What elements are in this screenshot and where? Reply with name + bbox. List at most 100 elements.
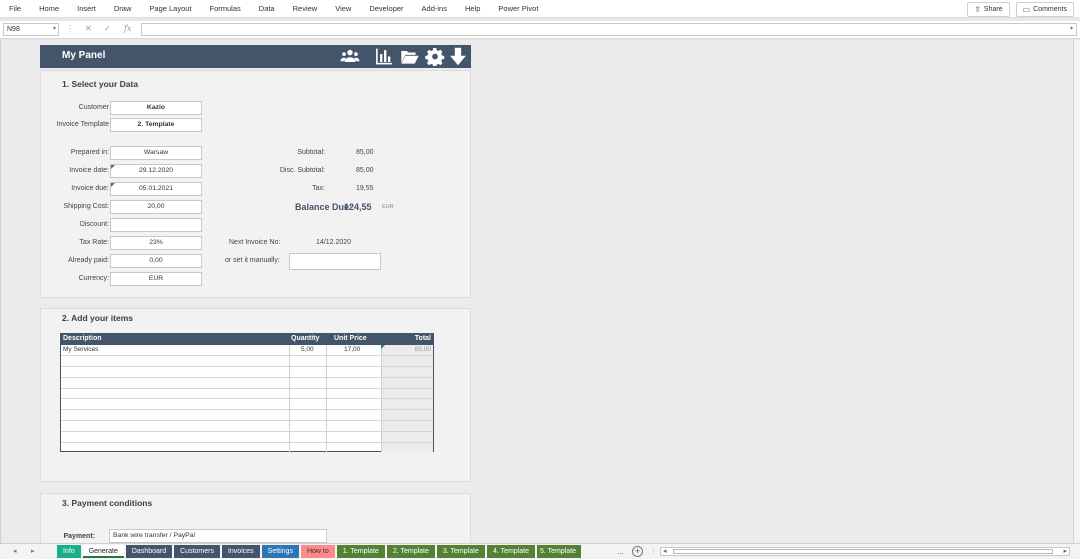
gear-icon[interactable]	[425, 47, 445, 66]
more-tabs-button[interactable]: ...	[617, 547, 624, 556]
sheet-tab[interactable]: 5. Template	[537, 545, 581, 558]
sheet-tab[interactable]: Invoices	[221, 545, 260, 558]
discount-label: Discount:	[79, 221, 109, 228]
tax-label: Tax:	[312, 185, 325, 192]
sheet-tab[interactable]: Customers	[174, 545, 220, 558]
table-row[interactable]	[61, 388, 433, 399]
sheet-tab[interactable]: How to	[300, 545, 335, 558]
invoice-due-field[interactable]: 05.01.2021	[110, 182, 202, 196]
prepared-in-field[interactable]: Warsaw	[110, 146, 202, 160]
scrollbar-thumb[interactable]	[673, 549, 1053, 554]
menu-insert[interactable]: Insert	[77, 4, 96, 13]
menu-page-layout[interactable]: Page Layout	[149, 4, 191, 13]
sheet-tab-active[interactable]: Generate	[82, 545, 124, 558]
enter-icon[interactable]: ✓	[104, 24, 111, 33]
comment-icon: ▭	[1022, 5, 1031, 14]
add-sheet-icon[interactable]: +	[632, 546, 643, 557]
name-box[interactable]: N98 ▾	[3, 23, 59, 36]
menu-view[interactable]: View	[335, 4, 351, 13]
more-options-icon: ⋮	[650, 548, 657, 555]
sheet-tab[interactable]: Settings	[261, 545, 299, 558]
comments-button[interactable]: ▭ Comments	[1015, 2, 1074, 17]
scroll-tabs-right-icon[interactable]: ▸	[31, 547, 35, 555]
formula-bar: N98 ▾ ⋮ ✕ ✓ fx ▾	[0, 21, 1080, 39]
tax-value: 19,55	[356, 185, 374, 192]
column-divider	[381, 345, 382, 452]
table-row[interactable]: My Services 5,00 17,00 85,00	[61, 345, 433, 356]
menu-power-pivot[interactable]: Power Pivot	[498, 4, 538, 13]
cancel-icon[interactable]: ✕	[85, 24, 92, 33]
invoice-template-label: Invoice Template	[56, 121, 109, 128]
item-description: My Services	[63, 346, 99, 353]
sheet-tab[interactable]: 1. Template	[336, 545, 385, 558]
scroll-right-icon[interactable]: ▸	[1063, 547, 1067, 555]
tax-rate-field[interactable]: 23%	[110, 236, 202, 250]
currency-label: Currency:	[78, 275, 109, 282]
horizontal-scrollbar[interactable]: ◂ ▸	[660, 547, 1070, 556]
already-paid-label: Already paid:	[68, 257, 109, 264]
section-title: 1. Select your Data	[62, 79, 139, 89]
shipping-cost-label: Shipping Cost:	[63, 203, 109, 210]
menu-draw[interactable]: Draw	[114, 4, 132, 13]
menu-help[interactable]: Help	[465, 4, 480, 13]
item-unit-price: 17,00	[344, 346, 361, 353]
folder-open-icon[interactable]	[400, 47, 420, 66]
share-button[interactable]: ⇪ Share	[967, 2, 1010, 17]
discount-field[interactable]	[110, 218, 202, 232]
chevron-down-icon: ▾	[1069, 26, 1073, 32]
disc-subtotal-value: 85,00	[356, 167, 374, 174]
menu-formulas[interactable]: Formulas	[210, 4, 241, 13]
customer-field[interactable]: Kazio	[110, 101, 202, 115]
manual-invoice-field[interactable]	[289, 253, 381, 270]
sheet-tab[interactable]: Info	[57, 545, 81, 558]
table-row[interactable]	[61, 421, 433, 432]
header-description: Description	[63, 335, 102, 342]
sheet-tab-bar: ◂ ▸ Info Generate Dashboard Customers In…	[0, 543, 1080, 559]
cell-note-indicator	[381, 345, 385, 349]
menu-developer[interactable]: Developer	[369, 4, 403, 13]
panel-title: My Panel	[62, 50, 106, 61]
invoice-template-field[interactable]: 2. Template	[110, 118, 202, 132]
menu-data[interactable]: Data	[259, 4, 275, 13]
balance-due-value: 124,55	[344, 202, 372, 212]
cell-note-indicator	[111, 183, 115, 187]
currency-field[interactable]: EUR	[110, 272, 202, 286]
disc-subtotal-label: Disc. Subtotal:	[279, 167, 325, 174]
scroll-tabs-left-icon[interactable]: ◂	[13, 547, 17, 555]
prepared-in-label: Prepared in:	[70, 149, 109, 156]
menu-file[interactable]: File	[9, 4, 21, 13]
sheet-tab[interactable]: 4. Template	[486, 545, 535, 558]
sheet-tab[interactable]: 2. Template	[386, 545, 435, 558]
balance-due-label: Balance Due:	[294, 202, 352, 212]
sheet-tab[interactable]: Dashboard	[125, 545, 173, 558]
more-options-icon: ⋮	[66, 24, 74, 33]
formula-input[interactable]: ▾	[141, 23, 1077, 36]
table-row[interactable]	[61, 399, 433, 410]
users-icon[interactable]	[340, 47, 360, 66]
header-quantity: Quantity	[291, 335, 320, 342]
menu-home[interactable]: Home	[39, 4, 59, 13]
bar-chart-icon[interactable]	[374, 47, 394, 66]
table-row[interactable]	[61, 367, 433, 378]
payment-field[interactable]: Bank wire transfer / PayPal	[109, 529, 327, 543]
table-row[interactable]	[61, 432, 433, 443]
menu-add-ins[interactable]: Add-ins	[422, 4, 447, 13]
already-paid-field[interactable]: 0,00	[110, 254, 202, 268]
scroll-left-icon[interactable]: ◂	[663, 547, 667, 555]
column-divider	[326, 345, 327, 452]
table-row[interactable]	[61, 356, 433, 367]
download-arrow-icon[interactable]	[448, 47, 468, 66]
vertical-scrollbar[interactable]	[1073, 40, 1080, 543]
item-total: 85,00	[414, 346, 431, 353]
menu-review[interactable]: Review	[293, 4, 318, 13]
subtotal-label: Subtotal:	[297, 149, 325, 156]
sheet-tabs: Info Generate Dashboard Customers Invoic…	[57, 545, 581, 558]
sheet-tab[interactable]: 3. Template	[436, 545, 485, 558]
table-row[interactable]	[61, 410, 433, 421]
invoice-date-field[interactable]: 29.12.2020	[110, 164, 202, 178]
header-total: Total	[414, 335, 431, 342]
insert-function-icon[interactable]: fx	[124, 24, 131, 33]
next-invoice-value: 14/12.2020	[316, 239, 352, 246]
panel-header: My Panel	[40, 45, 471, 68]
shipping-cost-field[interactable]: 20,00	[110, 200, 202, 214]
